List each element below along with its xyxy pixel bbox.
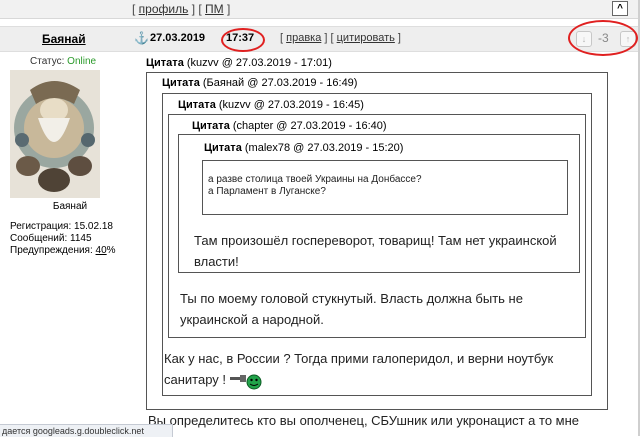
avatar-name: Баянай [52,201,88,212]
quote-text: власти! [194,254,239,269]
message-count: Сообщений: 1145 [10,233,92,244]
edit-link[interactable]: правка [286,32,321,44]
scroll-top-button[interactable]: ^ [612,1,628,16]
quote-text: Там произошёл госпереворот, товарищ! Там… [194,233,557,248]
online-status: Online [67,56,97,67]
quote-text: Ты по моему головой стукнутый. Власть до… [180,291,523,306]
anchor-icon[interactable]: ⚓ [134,31,149,45]
avatar-image [10,70,100,198]
pm-link[interactable]: ПМ [205,2,224,16]
author-status: Статус: Online [30,56,97,67]
warnings: Предупреждения: 40% [10,245,116,256]
post-text: Вы определитесь кто вы ополченец, СБУшни… [148,413,580,428]
post-date: 27.03.2019 [150,32,206,44]
quote-text: Как у нас, в России ? Тогда прими галопе… [164,351,554,366]
post-actions: [ правка ] [ цитировать ] [280,32,401,44]
post-username[interactable]: Баянай [42,32,86,46]
author-panel: Статус: Online Баянай Регистрация: 15.02… [0,52,140,436]
quote-text: украинской а народной. [180,312,324,327]
registration-date: Регистрация: 15.02.18 [10,221,113,232]
post-body: Цитата (kuzvv @ 27.03.2019 - 17:01) Цита… [142,52,640,436]
quote-header: Цитата (Баянай @ 27.03.2019 - 16:49) [162,77,358,89]
smiley-gun-icon [229,374,262,390]
quote-text: а Парламент в Луганске? [208,186,326,197]
warnings-link[interactable]: 40 [96,245,107,256]
profile-links: [ профиль ] [ ПМ ] [132,2,231,16]
quote-header: Цитата (malex78 @ 27.03.2019 - 15:20) [204,142,404,154]
quote-text: санитару ! [164,369,262,390]
profile-link[interactable]: профиль [139,2,189,16]
author-stats: Регистрация: 15.02.18 Сообщений: 1145 Пр… [10,221,116,257]
browser-status-bar: дается googleads.g.doubleclick.net [0,424,173,437]
quote-header: Цитата (kuzvv @ 27.03.2019 - 17:01) [146,57,332,69]
post-header: Баянай ⚓ 27.03.2019 17:37 [ правка ] [ ц… [0,26,640,52]
rating-highlight-circle [568,20,638,56]
avatar[interactable] [10,70,100,198]
time-highlight-circle [221,28,265,52]
quote-text: а разве столица твоей Украины на Донбасс… [208,174,422,185]
quote-link[interactable]: цитировать [337,32,395,44]
quote-header: Цитата (chapter @ 27.03.2019 - 16:40) [192,120,387,132]
quote-header: Цитата (kuzvv @ 27.03.2019 - 16:45) [178,99,364,111]
profile-bar: [ профиль ] [ ПМ ] ^ [0,0,640,19]
